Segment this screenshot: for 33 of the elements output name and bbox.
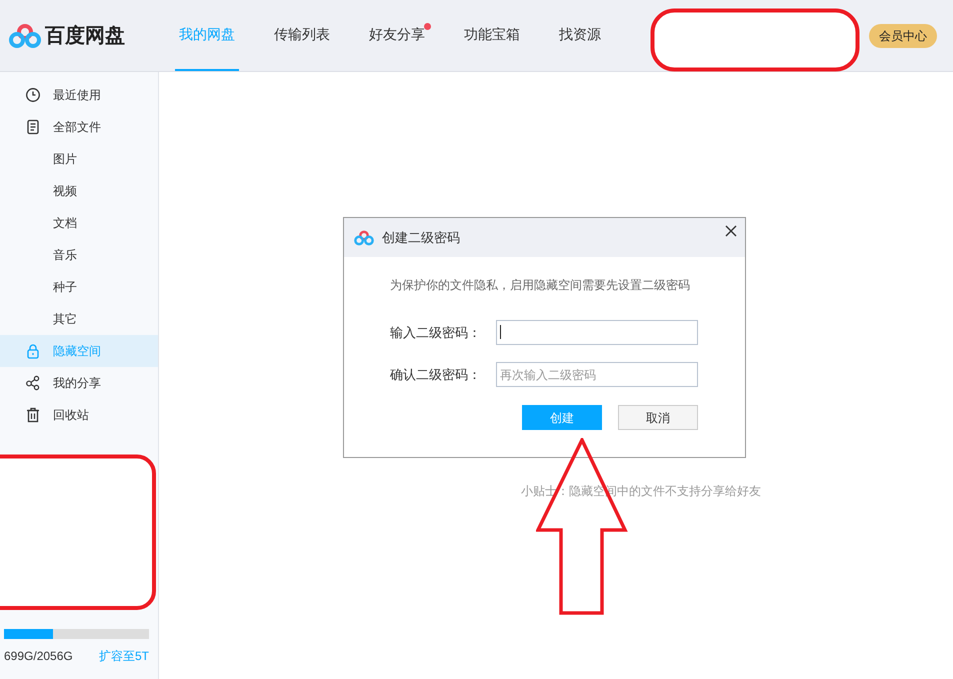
sidebar-item[interactable]: 全部文件 [0, 111, 158, 143]
sidebar-item[interactable]: 视频 [0, 175, 158, 207]
sidebar-item[interactable]: 种子 [0, 271, 158, 303]
password-field[interactable]: 再次输入二级密码 [496, 362, 698, 387]
cloud-logo-icon [354, 230, 374, 246]
sidebar-item[interactable]: 最近使用 [0, 79, 158, 111]
password-field[interactable] [496, 320, 698, 345]
lock-icon [25, 343, 41, 359]
vip-center-button[interactable]: 会员中心 [869, 24, 937, 48]
field-label: 确认二级密码： [390, 366, 482, 384]
sidebar-item[interactable]: 音乐 [0, 239, 158, 271]
document-icon [25, 119, 41, 135]
dialog-title: 创建二级密码 [382, 228, 460, 247]
storage-usage: 699G/2056G [4, 648, 73, 665]
cloud-logo-icon [9, 22, 41, 48]
sidebar-item[interactable]: 文档 [0, 207, 158, 239]
sidebar-item[interactable]: 其它 [0, 303, 158, 335]
close-icon[interactable] [725, 224, 737, 236]
sidebar-item[interactable]: 回收站 [0, 399, 158, 431]
nav-tab[interactable]: 传输列表 [270, 0, 334, 71]
sidebar-item[interactable]: 图片 [0, 143, 158, 175]
trash-icon [25, 407, 41, 423]
field-label: 输入二级密码： [390, 324, 482, 342]
sidebar-item[interactable]: 我的分享 [0, 367, 158, 399]
dialog-message: 为保护你的文件隐私，启用隐藏空间需要先设置二级密码 [389, 277, 691, 294]
nav-tab[interactable]: 功能宝箱 [460, 0, 524, 71]
nav-tab[interactable]: 好友分享 [365, 0, 429, 71]
share-icon [25, 375, 41, 391]
app-name: 百度网盘 [45, 24, 125, 48]
text-cursor [500, 325, 501, 339]
clock-icon [25, 87, 41, 103]
cancel-button[interactable]: 取消 [618, 405, 698, 430]
nav-tab[interactable]: 找资源 [555, 0, 605, 71]
